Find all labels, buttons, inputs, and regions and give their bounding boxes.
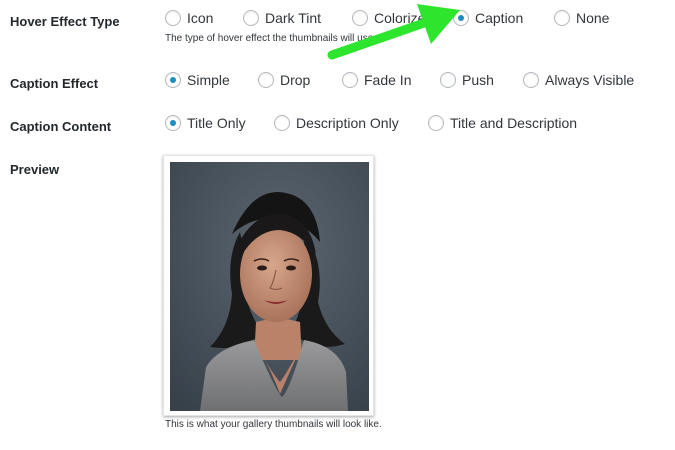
- radio-button[interactable]: [258, 72, 274, 88]
- radio-button[interactable]: [243, 10, 259, 26]
- hover-effect-type-label: Hover Effect Type: [10, 14, 120, 29]
- hover-effect-description: The type of hover effect the thumbnails …: [165, 33, 377, 44]
- option-label: Title Only: [187, 115, 246, 131]
- caption-effect-option-push[interactable]: Push: [440, 70, 494, 90]
- option-label: None: [576, 10, 610, 26]
- radio-button[interactable]: [352, 10, 368, 26]
- radio-button[interactable]: [428, 115, 444, 131]
- caption-content-label: Caption Content: [10, 119, 112, 134]
- hover-effect-option-dark-tint[interactable]: Dark Tint: [243, 8, 321, 28]
- radio-button-checked[interactable]: [165, 72, 181, 88]
- option-label: Description Only: [296, 115, 399, 131]
- caption-effect-option-drop[interactable]: Drop: [258, 70, 310, 90]
- caption-effect-option-fade-in[interactable]: Fade In: [342, 70, 411, 90]
- radio-button[interactable]: [440, 72, 456, 88]
- option-label: Dark Tint: [265, 10, 322, 26]
- radio-button[interactable]: [523, 72, 539, 88]
- caption-content-option-description-only[interactable]: Description Only: [274, 113, 399, 133]
- caption-effect-label: Caption Effect: [10, 76, 99, 91]
- option-label: Caption: [475, 10, 524, 26]
- hover-effect-option-colorize[interactable]: Colorize: [352, 8, 425, 28]
- radio-button-checked[interactable]: [453, 10, 469, 26]
- caption-effect-option-simple[interactable]: Simple: [165, 70, 230, 90]
- preview-caption: This is what your gallery thumbnails wil…: [165, 419, 382, 430]
- option-label: Always Visible: [545, 72, 635, 88]
- hover-effect-option-caption[interactable]: Caption: [453, 8, 523, 28]
- caption-content-option-title-and-description[interactable]: Title and Description: [428, 113, 577, 133]
- option-label: Push: [462, 72, 494, 88]
- option-label: Title and Description: [450, 115, 578, 131]
- caption-effect-option-always-visible[interactable]: Always Visible: [523, 70, 634, 90]
- hover-effect-option-icon[interactable]: Icon: [165, 8, 213, 28]
- radio-button[interactable]: [165, 10, 181, 26]
- radio-button[interactable]: [274, 115, 290, 131]
- option-label: Fade In: [364, 72, 412, 88]
- option-label: Icon: [187, 10, 214, 26]
- caption-content-option-title-only[interactable]: Title Only: [165, 113, 246, 133]
- preview-photo: [170, 162, 369, 411]
- radio-button[interactable]: [342, 72, 358, 88]
- option-label: Simple: [187, 72, 230, 88]
- option-label: Drop: [280, 72, 311, 88]
- option-label: Colorize: [374, 10, 426, 26]
- preview-thumbnail[interactable]: [163, 155, 374, 416]
- hover-effect-option-none[interactable]: None: [554, 8, 609, 28]
- radio-button-checked[interactable]: [165, 115, 181, 131]
- preview-label: Preview: [10, 162, 60, 177]
- radio-button[interactable]: [554, 10, 570, 26]
